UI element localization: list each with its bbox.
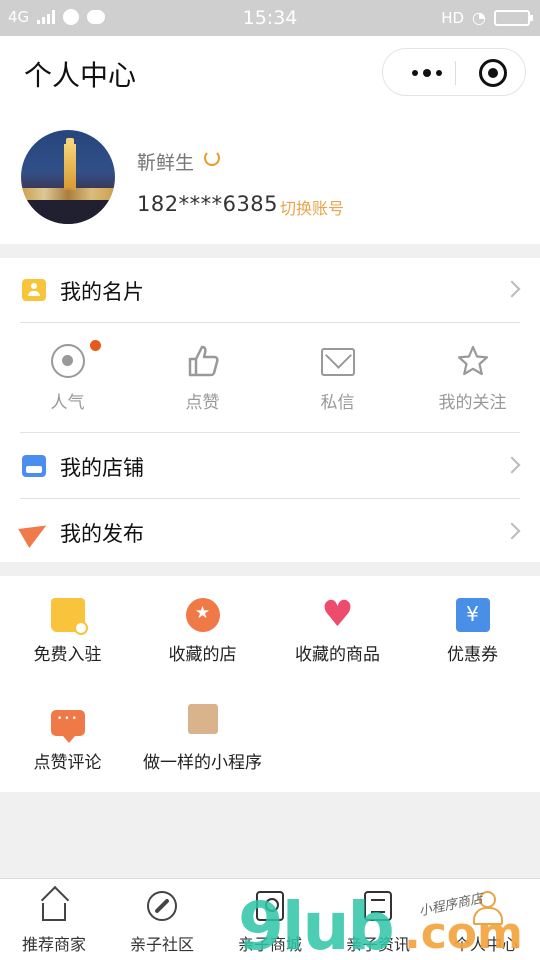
paper-plane-icon bbox=[18, 515, 52, 549]
chevron-right-icon bbox=[503, 522, 521, 540]
favorite-shop-icon bbox=[185, 598, 220, 632]
social-stats-row: 人气 点赞 私信 我的关注 bbox=[0, 336, 540, 432]
thumbs-up-icon bbox=[188, 345, 219, 377]
menu-row-publish[interactable]: 我的发布 bbox=[0, 500, 540, 564]
tab-label: 推荐商家 bbox=[21, 935, 86, 954]
compass-icon bbox=[147, 891, 177, 921]
hd-label: HD bbox=[441, 8, 465, 27]
miniprogram-capsule bbox=[382, 48, 526, 96]
eye-icon bbox=[50, 344, 85, 378]
battery-icon bbox=[494, 9, 533, 26]
shop-icon bbox=[22, 455, 46, 477]
tab-parenting-community[interactable]: 亲子社区 bbox=[108, 879, 216, 960]
tab-recommended-merchants[interactable]: 推荐商家 bbox=[0, 879, 108, 960]
nav-bar: 个人中心 bbox=[0, 36, 540, 110]
mail-icon bbox=[320, 348, 355, 376]
social-item-label: 点赞 bbox=[185, 393, 220, 413]
store-plus-icon bbox=[50, 598, 88, 635]
grid-item-like-comment[interactable]: 点赞评论 bbox=[0, 684, 135, 784]
grid-item-label: 收藏的商品 bbox=[295, 645, 380, 665]
status-bar: 4G 15:34 HD ◔ bbox=[0, 0, 540, 36]
heart-icon: ♥ bbox=[321, 594, 354, 635]
menu-row-shop[interactable]: 我的店铺 bbox=[0, 434, 540, 498]
status-right: HD ◔ bbox=[441, 8, 533, 27]
divider bbox=[20, 322, 520, 323]
more-menu-button[interactable] bbox=[401, 63, 453, 83]
more-dot-icon bbox=[436, 70, 442, 76]
profile-card: 靳鲜生 182****6385 切换账号 bbox=[0, 110, 540, 244]
menu-row-card[interactable]: 我的名片 bbox=[0, 258, 540, 322]
refresh-icon[interactable] bbox=[204, 150, 220, 166]
grid-item-label: 免费入驻 bbox=[33, 645, 102, 665]
watermark-logo: 9lub bbox=[238, 888, 395, 960]
social-item-label: 人气 bbox=[50, 393, 85, 413]
page-title: 个人中心 bbox=[24, 59, 137, 92]
main-menu-section: 我的名片 人气 点赞 私信 我的关注 我的店铺 我的发布 bbox=[0, 258, 540, 562]
grid-item-favorite-shops[interactable]: 收藏的店 bbox=[135, 576, 270, 676]
social-item-likes[interactable]: 点赞 bbox=[135, 336, 270, 432]
star-icon bbox=[457, 345, 488, 376]
wifi-icon: ◔ bbox=[472, 8, 486, 27]
grid-item-free-join[interactable]: 免费入驻 bbox=[0, 576, 135, 676]
notification-badge bbox=[90, 340, 101, 351]
avatar-city-lights bbox=[21, 188, 115, 200]
comment-icon bbox=[50, 706, 85, 743]
chevron-right-icon bbox=[503, 456, 521, 474]
divider bbox=[20, 498, 520, 499]
switch-account-link[interactable]: 切换账号 bbox=[280, 195, 344, 219]
business-card-icon bbox=[22, 279, 46, 301]
chevron-right-icon bbox=[503, 280, 521, 298]
divider bbox=[20, 432, 520, 433]
feature-grid: 免费入驻 收藏的店 ♥ 收藏的商品 优惠券 点赞评论 做一样的小程序 bbox=[0, 576, 540, 792]
close-miniprogram-button[interactable] bbox=[479, 59, 507, 87]
social-item-popularity[interactable]: 人气 bbox=[0, 336, 135, 432]
menu-row-label: 我的店铺 bbox=[60, 456, 144, 480]
avatar-tower-shape bbox=[64, 138, 76, 190]
social-item-messages[interactable]: 私信 bbox=[270, 336, 405, 432]
grid-item-label: 优惠券 bbox=[447, 645, 498, 665]
avatar-water bbox=[21, 200, 115, 224]
social-item-following[interactable]: 我的关注 bbox=[405, 336, 540, 432]
menu-row-label: 我的名片 bbox=[60, 280, 144, 304]
home-icon bbox=[42, 903, 66, 921]
tab-label: 亲子社区 bbox=[129, 935, 194, 954]
more-dot-icon bbox=[423, 69, 431, 77]
social-item-label: 私信 bbox=[320, 393, 355, 413]
grid-item-label: 点赞评论 bbox=[33, 753, 102, 773]
grid-item-label: 做一样的小程序 bbox=[143, 753, 262, 773]
capsule-divider bbox=[455, 61, 456, 85]
grid-item-coupons[interactable]: 优惠券 bbox=[405, 576, 540, 676]
diamond-icon bbox=[187, 704, 218, 734]
coupon-icon bbox=[455, 598, 490, 632]
grid-item-make-miniprogram[interactable]: 做一样的小程序 bbox=[135, 684, 270, 784]
user-phone: 182****6385 bbox=[137, 192, 279, 216]
social-item-label: 我的关注 bbox=[438, 393, 507, 413]
grid-item-favorite-goods[interactable]: ♥ 收藏的商品 bbox=[270, 576, 405, 676]
avatar[interactable] bbox=[21, 130, 115, 224]
user-name: 靳鲜生 bbox=[137, 152, 195, 174]
grid-item-label: 收藏的店 bbox=[168, 645, 237, 665]
more-dot-icon bbox=[412, 70, 418, 76]
menu-row-label: 我的发布 bbox=[60, 522, 144, 546]
